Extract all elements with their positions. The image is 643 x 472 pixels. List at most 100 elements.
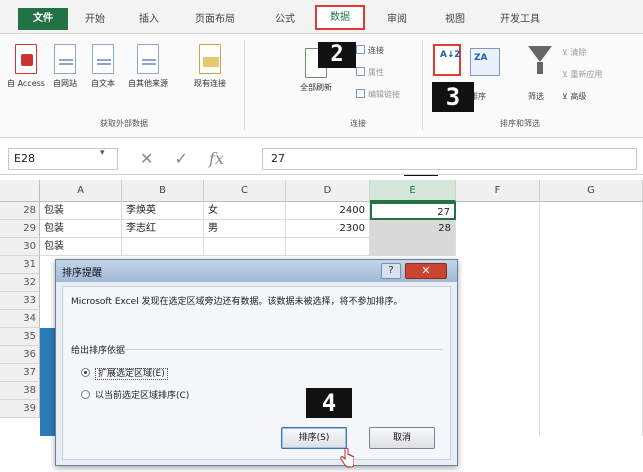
tab-view[interactable]: 视图 [440,10,470,30]
row-header[interactable]: 35 [0,328,40,346]
selected-cell[interactable]: 28 [370,220,456,238]
tab-data-label: 数据 [330,12,350,23]
column-header-a[interactable]: A [40,180,122,202]
option-current-selection[interactable]: 以当前选定区域排序(C) [81,389,189,403]
formula-value: 27 [271,152,285,165]
group-separator [422,40,423,130]
reapply-label: 重新应用 [570,70,603,79]
dialog-title: 排序提醒 [62,268,102,279]
filter-funnel-stem [537,62,543,74]
column-header-g[interactable]: G [540,180,643,202]
table-cell[interactable] [204,238,286,256]
connections-label: 连接 [368,46,384,55]
table-cell[interactable] [286,238,370,256]
properties-label: 属性 [368,68,384,77]
table-cell[interactable]: 包装 [40,202,122,220]
tab-file[interactable]: 文件 [18,8,68,30]
properties-command[interactable]: 属性 [356,66,384,80]
row-header[interactable]: 31 [0,256,40,274]
tab-data[interactable]: 数据 [315,5,365,30]
column-header-f[interactable]: F [456,180,540,202]
row-header[interactable]: 39 [0,400,40,418]
close-button[interactable]: ✕ [405,263,447,279]
from-web-button[interactable]: 自网站 [48,44,82,89]
table-cell[interactable]: 李志红 [122,220,204,238]
select-all-corner[interactable] [0,180,40,202]
advanced-label: 高级 [570,92,587,101]
dialog-message: Microsoft Excel 发现在选定区域旁边还有数据。该数据未被选择，将不… [71,297,403,307]
from-web-label: 自网站 [53,79,77,88]
advanced-command[interactable]: ⊻ 高级 [562,90,586,104]
existing-connections-icon [199,44,221,74]
column-g-area[interactable] [540,202,643,436]
row-header[interactable]: 36 [0,346,40,364]
access-icon [15,44,37,74]
row-header[interactable]: 28 [0,202,40,220]
reapply-command[interactable]: ⊻ 重新应用 [562,68,602,82]
radio-empty-icon[interactable] [81,390,90,399]
table-cell[interactable]: 李焕英 [122,202,204,220]
edit-links-label: 编辑链接 [368,90,400,99]
edit-links-command[interactable]: 编辑链接 [356,88,400,102]
refresh-all-label: 全部刷新 [300,83,332,92]
name-box-dropdown-icon[interactable]: ▾ [100,148,105,158]
option-expand-selection[interactable]: 扩展选定区域(E) [81,367,168,381]
radio-selected-icon[interactable] [81,368,90,377]
column-header-e[interactable]: E [370,180,456,202]
clear-command[interactable]: ⊻ 清除 [562,46,586,60]
from-other-sources-button[interactable]: 自其他来源 [124,44,172,89]
column-f-area[interactable] [456,202,540,436]
option-current-label: 以当前选定区域排序(C) [95,391,190,401]
sort-confirm-button[interactable]: 排序(S) [281,427,347,449]
table-cell[interactable]: 男 [204,220,286,238]
table-cell[interactable]: 包装 [40,220,122,238]
cancel-button[interactable]: 取消 [369,427,435,449]
active-cell[interactable]: 27 [370,202,456,220]
formula-bar: E28 ▾ ✕ ✓ fx 27 [0,143,643,175]
cancel-formula-icon[interactable]: ✕ [140,148,153,170]
table-cell[interactable]: 2400 [286,202,370,220]
from-access-button[interactable]: 自 Access [6,44,46,89]
column-header-d[interactable]: D [286,180,370,202]
sort-a-to-z-button[interactable]: A↓Z [433,44,461,76]
row-header[interactable]: 29 [0,220,40,238]
row-header[interactable]: 38 [0,382,40,400]
tab-insert[interactable]: 插入 [134,10,164,30]
enter-formula-icon[interactable]: ✓ [175,148,188,170]
connections-command[interactable]: 连接 [356,44,384,58]
formula-input[interactable]: 27 [262,148,637,170]
tab-page-layout[interactable]: 页面布局 [190,10,240,30]
from-access-label: 自 Access [7,79,45,88]
help-button[interactable]: ? [381,263,401,279]
selected-cell[interactable] [370,238,456,256]
ribbon-tab-bar: 文件 开始 插入 页面布局 公式 数据 审阅 视图 开发工具 [0,0,643,34]
text-file-icon [92,44,114,74]
column-header-c[interactable]: C [204,180,286,202]
row-header[interactable]: 33 [0,292,40,310]
row-header[interactable]: 32 [0,274,40,292]
clear-label: 清除 [570,48,587,57]
dialog-titlebar[interactable]: 排序提醒 ? ✕ [56,260,457,282]
tab-formulas[interactable]: 公式 [270,10,300,30]
sort-button[interactable]: ZA [470,48,500,76]
from-text-button[interactable]: 自文本 [86,44,120,89]
table-cell[interactable]: 包装 [40,238,122,256]
sort-warning-dialog: 排序提醒 ? ✕ Microsoft Excel 发现在选定区域旁边还有数据。该… [55,259,458,466]
insert-function-icon[interactable]: fx [209,148,224,170]
tab-home[interactable]: 开始 [80,10,110,30]
column-header-b[interactable]: B [122,180,204,202]
tab-developer[interactable]: 开发工具 [490,10,550,30]
section-divider [123,349,443,350]
formula-buttons: ✕ ✓ fx [140,148,260,170]
row-header[interactable]: 34 [0,310,40,328]
tab-review[interactable]: 审阅 [382,10,412,30]
step-badge-2: 2 [318,42,356,68]
excel-window: 文件 开始 插入 页面布局 公式 数据 审阅 视图 开发工具 自 Access … [0,0,643,472]
row-header[interactable]: 37 [0,364,40,382]
table-cell[interactable] [122,238,204,256]
name-box-value: E28 [14,152,35,165]
table-cell[interactable]: 女 [204,202,286,220]
row-header[interactable]: 30 [0,238,40,256]
table-cell[interactable]: 2300 [286,220,370,238]
existing-connections-button[interactable]: 现有连接 [186,44,234,89]
